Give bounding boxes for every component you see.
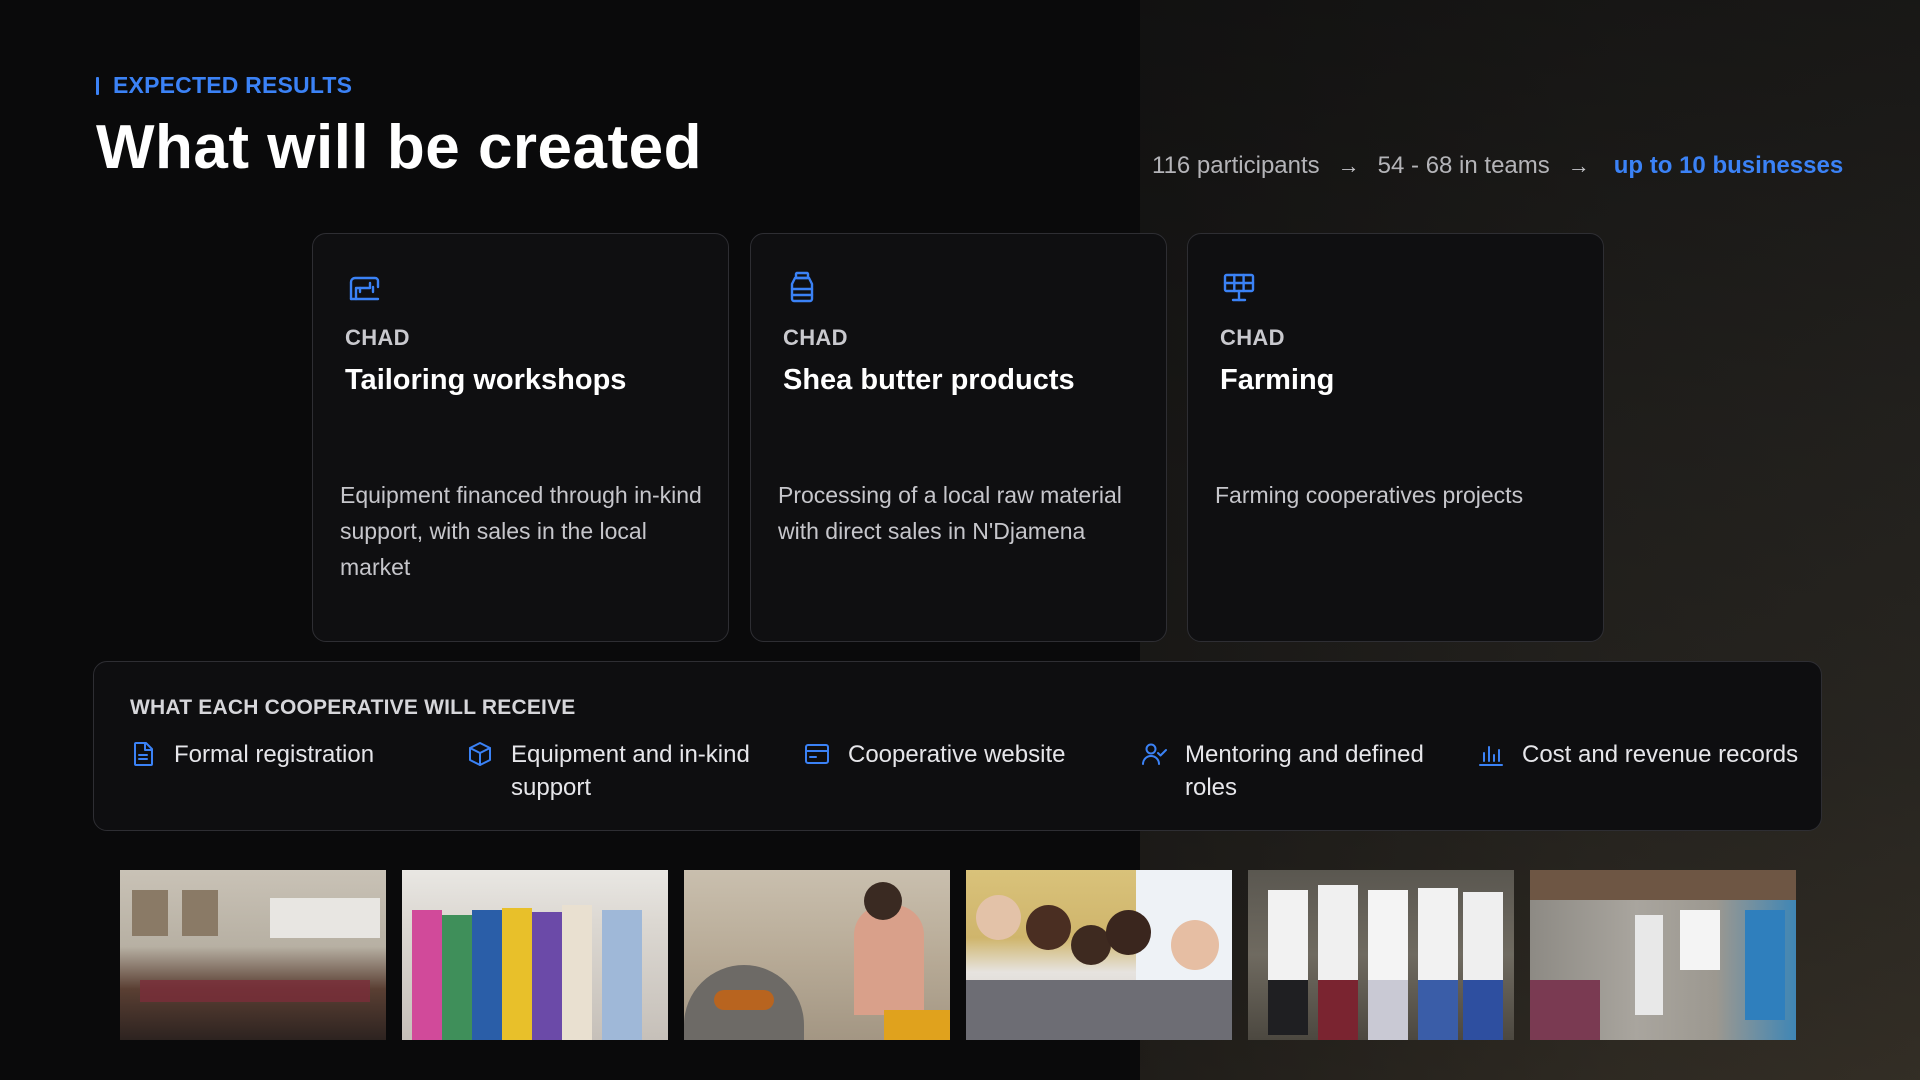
card-title: Tailoring workshops — [345, 364, 627, 396]
photo-classroom — [120, 870, 386, 1040]
cooperative-benefits-panel: WHAT EACH COOPERATIVE WILL RECEIVE Forma… — [93, 661, 1822, 831]
jar-icon — [790, 271, 814, 303]
funnel-participants: 116 participants — [1152, 152, 1320, 179]
benefit-item: Mentoring and defined roles — [1141, 738, 1478, 804]
card-farming: CHAD Farming Farming cooperatives projec… — [1187, 233, 1604, 642]
photo-strip — [120, 870, 1796, 1040]
card-title: Farming — [1220, 364, 1335, 396]
participant-funnel: 116 participants → 54 - 68 in teams → up… — [1152, 152, 1843, 180]
benefit-label: Mentoring and defined roles — [1185, 741, 1424, 801]
benefit-label: Formal registration — [174, 741, 375, 768]
benefit-item: Equipment and in-kind support — [467, 738, 804, 804]
benefit-item: Cooperative website — [804, 738, 1141, 804]
section-eyebrow: EXPECTED RESULTS — [96, 72, 352, 99]
sewing-machine-icon — [349, 276, 380, 301]
photo-women-group — [402, 870, 668, 1040]
card-tailoring: CHAD Tailoring workshops Equipment finan… — [312, 233, 729, 642]
card-description: Processing of a local raw material with … — [778, 482, 1122, 544]
benefits-list: Formal registration Equipment and in-kin… — [130, 738, 1815, 804]
card-country: CHAD — [345, 325, 410, 350]
card-country: CHAD — [1220, 325, 1285, 350]
photo-cooking — [684, 870, 950, 1040]
card-country: CHAD — [783, 325, 848, 350]
funnel-teams: 54 - 68 in teams — [1377, 152, 1550, 179]
photo-team-selfie — [966, 870, 1232, 1040]
card-description: Farming cooperatives projects — [1215, 482, 1524, 508]
page-title: What will be created — [96, 113, 703, 182]
bar-chart-icon — [1479, 746, 1503, 766]
photo-uniform-group — [1248, 870, 1514, 1040]
box-icon — [469, 742, 491, 766]
arrow-right-icon: → — [1337, 153, 1360, 178]
card-shea-butter: CHAD Shea butter products Processing of … — [750, 233, 1167, 642]
eyebrow-bar — [96, 76, 99, 95]
benefit-item: Cost and revenue records — [1478, 738, 1815, 804]
benefit-label: Cost and revenue records — [1522, 741, 1799, 768]
solar-panel-icon — [1223, 273, 1255, 302]
benefit-label: Cooperative website — [848, 741, 1066, 768]
document-icon — [134, 742, 153, 766]
user-check-icon — [1142, 743, 1167, 765]
benefits-title: WHAT EACH COOPERATIVE WILL RECEIVE — [130, 696, 576, 719]
browser-icon — [805, 744, 829, 764]
card-description: Equipment financed through in-kind suppo… — [340, 482, 702, 580]
eyebrow-label: EXPECTED RESULTS — [113, 72, 353, 98]
photo-training-session — [1530, 870, 1796, 1040]
card-title: Shea butter products — [783, 364, 1075, 396]
arrow-right-icon: → — [1567, 153, 1590, 178]
benefit-label: Equipment and in-kind support — [511, 741, 750, 801]
benefit-item: Formal registration — [130, 738, 467, 804]
funnel-businesses: up to 10 businesses — [1613, 152, 1844, 179]
